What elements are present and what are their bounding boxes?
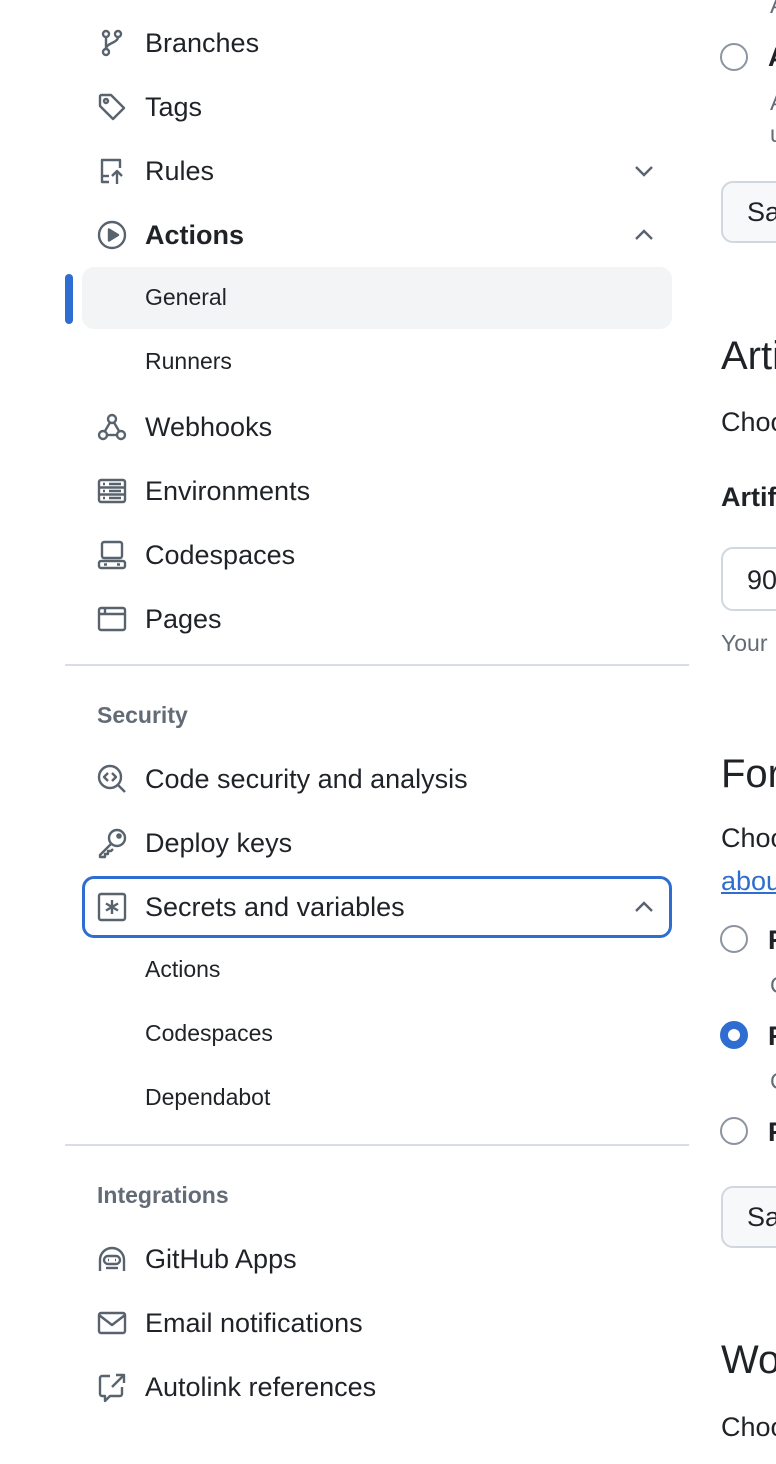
browser-icon: [96, 603, 128, 635]
radio-button[interactable]: [720, 1117, 748, 1145]
divider: [65, 664, 689, 666]
key-icon: [96, 827, 128, 859]
sidebar-item-tags[interactable]: Tags: [82, 77, 672, 137]
sidebar-item-code-security[interactable]: Code security and analysis: [82, 749, 672, 809]
chevron-up-icon[interactable]: [630, 221, 658, 249]
radio-button-selected[interactable]: [720, 1021, 748, 1049]
save-button[interactable]: Sa: [721, 1186, 776, 1248]
sidebar-item-label: Environments: [145, 475, 311, 506]
tag-icon: [96, 91, 128, 123]
section-heading-integrations: Integrations: [97, 1182, 229, 1208]
sidebar-item-github-apps[interactable]: GitHub Apps: [82, 1229, 672, 1289]
sidebar-item-autolink-references[interactable]: Autolink references: [82, 1357, 672, 1417]
sidebar-subitem-secrets-dependabot[interactable]: Dependabot: [82, 1067, 672, 1129]
sidebar-item-label: Deploy keys: [145, 827, 293, 858]
divider: [65, 1144, 689, 1146]
chevron-down-icon[interactable]: [630, 157, 658, 185]
sidebar-item-secrets-and-variables[interactable]: Secrets and variables: [82, 876, 672, 938]
sidebar-item-label: Autolink references: [145, 1371, 377, 1402]
radio-button[interactable]: [720, 43, 748, 71]
sidebar-item-label: Code security and analysis: [145, 763, 468, 794]
option-description: u: [770, 121, 776, 148]
button-label: Sa: [747, 1202, 776, 1232]
section-heading-workflow: Wo: [721, 1338, 776, 1382]
sidebar-item-label: Webhooks: [145, 411, 273, 442]
option-description: C: [770, 1068, 776, 1095]
active-indicator: [65, 274, 73, 324]
learn-more-link[interactable]: abou: [721, 866, 776, 897]
hubot-icon: [96, 1243, 128, 1275]
main-content: A A A u Sa Arti Choo Artif 90 Your For C…: [700, 0, 776, 1464]
sidebar-item-actions[interactable]: Actions: [82, 205, 672, 265]
repo-push-icon: [96, 155, 128, 187]
server-icon: [96, 475, 128, 507]
option-label: R: [768, 1021, 776, 1052]
webhook-icon: [96, 411, 128, 443]
sidebar-item-label: Email notifications: [145, 1307, 363, 1338]
sidebar-item-email-notifications[interactable]: Email notifications: [82, 1293, 672, 1353]
option-label: R: [768, 925, 776, 956]
sidebar-subitem-label: Dependabot: [145, 1084, 271, 1110]
sidebar-item-label: Tags: [145, 91, 203, 122]
retention-days-input[interactable]: 90: [721, 547, 776, 611]
section-heading-forks: For: [721, 752, 776, 796]
codespaces-icon: [96, 539, 128, 571]
sidebar-item-pages[interactable]: Pages: [82, 589, 672, 649]
radio-button[interactable]: [720, 925, 748, 953]
chevron-up-icon[interactable]: [630, 893, 658, 921]
option-description: A: [770, 89, 776, 116]
sidebar-item-webhooks[interactable]: Webhooks: [82, 397, 672, 457]
sidebar-item-label: Secrets and variables: [145, 891, 405, 922]
option-label: R: [768, 1117, 776, 1148]
git-branch-icon: [96, 27, 128, 59]
sidebar-item-environments[interactable]: Environments: [82, 461, 672, 521]
sidebar-item-label: Actions: [145, 219, 245, 250]
sidebar-item-deploy-keys[interactable]: Deploy keys: [82, 813, 672, 873]
sidebar-item-rules[interactable]: Rules: [82, 141, 672, 201]
sidebar-item-label: GitHub Apps: [145, 1243, 297, 1274]
section-heading-security: Security: [97, 702, 188, 728]
sidebar-subitem-label: Runners: [145, 348, 232, 374]
sidebar-subitem-label: Codespaces: [145, 1020, 273, 1046]
key-asterisk-icon: [96, 891, 128, 923]
sidebar-subitem-secrets-codespaces[interactable]: Codespaces: [82, 1003, 672, 1065]
input-value: 90: [747, 565, 776, 595]
option-description: C: [770, 972, 776, 999]
sidebar-item-label: Codespaces: [145, 539, 296, 570]
cross-reference-icon: [96, 1371, 128, 1403]
play-icon: [96, 219, 128, 251]
sidebar-subitem-label: Actions: [145, 956, 221, 982]
sidebar-item-label: Branches: [145, 27, 260, 58]
codescan-icon: [96, 763, 128, 795]
mail-icon: [96, 1307, 128, 1339]
sidebar-item-codespaces[interactable]: Codespaces: [82, 525, 672, 585]
sidebar-subitem-secrets-actions[interactable]: Actions: [82, 939, 672, 1001]
section-heading-artifacts: Arti: [721, 334, 776, 378]
sidebar-item-label: Rules: [145, 155, 215, 186]
text-fragment: A: [770, 0, 776, 19]
option-label: A: [768, 42, 776, 73]
save-button[interactable]: Sa: [721, 181, 776, 243]
section-description: Choo: [721, 1412, 776, 1442]
button-label: Sa: [747, 197, 776, 227]
field-label: Artif: [721, 482, 776, 512]
sidebar-item-label: Pages: [145, 603, 222, 634]
settings-sidebar: Branches Tags Rules Actions General Runn…: [0, 0, 700, 1464]
field-note: Your: [721, 630, 768, 656]
sidebar-subitem-label: General: [145, 284, 227, 310]
sidebar-item-branches[interactable]: Branches: [82, 13, 672, 73]
section-description: Choo: [721, 407, 776, 437]
sidebar-subitem-actions-general[interactable]: General: [82, 267, 672, 329]
sidebar-subitem-actions-runners[interactable]: Runners: [82, 331, 672, 393]
section-description: Choo: [721, 823, 776, 853]
